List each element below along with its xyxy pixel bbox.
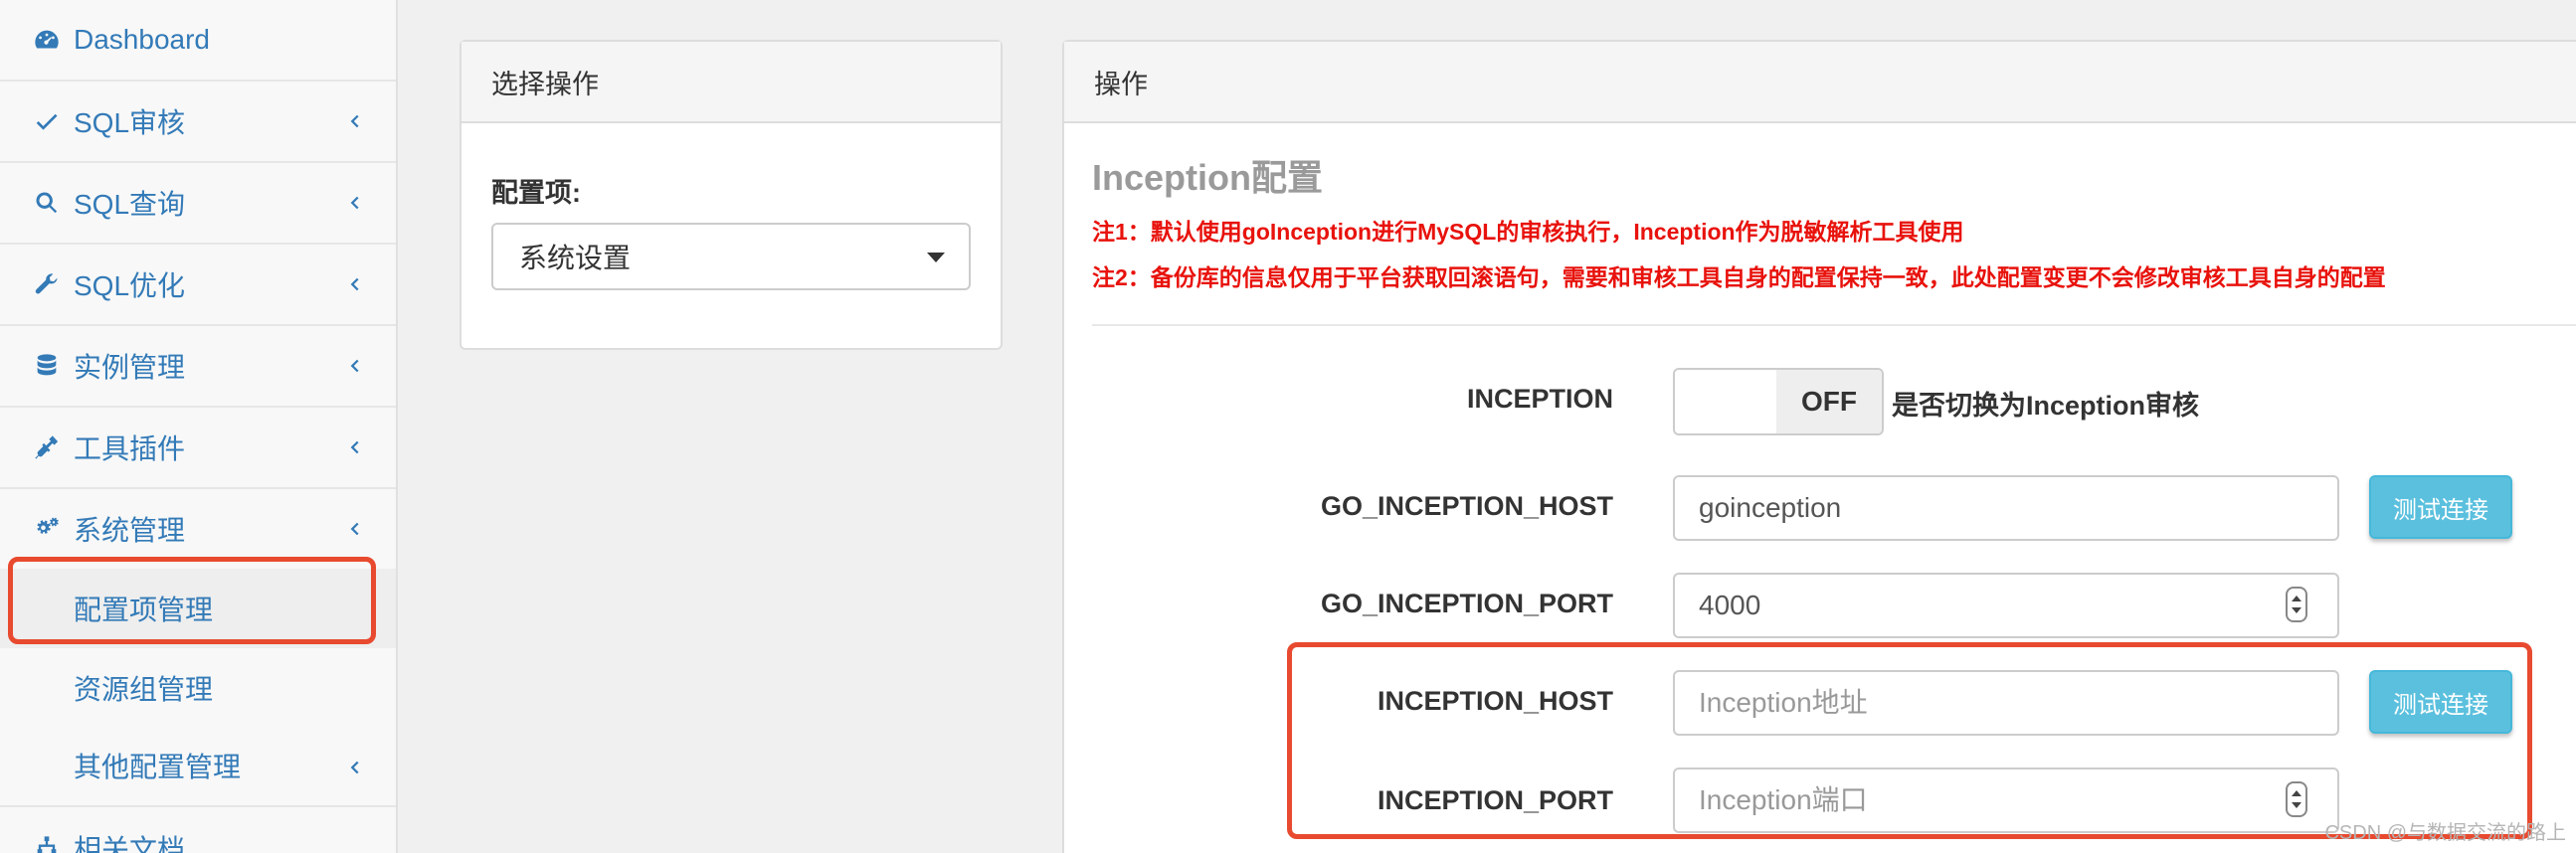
config-select-value: 系统设置	[519, 243, 632, 273]
dashboard-icon	[32, 25, 62, 55]
inception-host-input[interactable]	[1673, 670, 2339, 736]
sidebar-item-docs[interactable]: 相关文档	[0, 807, 396, 853]
sidebar-item-instance[interactable]: 实例管理	[0, 326, 396, 408]
select-panel: 选择操作 配置项: 系统设置	[460, 40, 1003, 350]
section-title: Inception配置	[1092, 157, 1323, 198]
sidebar-subitem-config[interactable]: 配置项管理	[0, 569, 396, 648]
sidebar-item-label: 相关文档	[74, 834, 186, 853]
stepper-up-icon	[2292, 790, 2301, 796]
inception-port-input[interactable]	[1673, 768, 2339, 833]
sidebar-item-sql-optimize[interactable]: SQL优化	[0, 245, 396, 326]
database-icon	[32, 351, 62, 381]
toggle-state: OFF	[1776, 370, 1882, 433]
gears-icon	[32, 514, 62, 544]
port-stepper[interactable]	[2286, 781, 2307, 817]
wrench-icon	[32, 269, 62, 299]
stepper-up-icon	[2292, 596, 2301, 601]
divider	[1092, 324, 2576, 326]
sidebar-subitem-label: 配置项管理	[74, 595, 214, 625]
stepper-down-icon	[2292, 607, 2301, 613]
sidebar-subitem-label: 资源组管理	[74, 674, 214, 705]
sidebar: Dashboard SQL审核 SQL查询 SQL优化 实例管理 工具插件 系统…	[0, 0, 398, 853]
toggle-description: 是否切换为Inception审核	[1892, 391, 2199, 421]
sidebar-subitem-label: 其他配置管理	[74, 752, 242, 782]
test-connection-button-inception[interactable]: 测试连接	[2369, 670, 2512, 734]
panel-heading: 操作	[1064, 42, 2576, 123]
chevron-left-icon	[344, 352, 366, 374]
watermark: CSDN @与数据交流的路上	[2324, 822, 2566, 844]
chevron-left-icon	[344, 107, 366, 129]
toggle-handle	[1675, 370, 1778, 433]
sidebar-subitem-resource-group[interactable]: 资源组管理	[0, 648, 396, 728]
sidebar-item-label: Dashboard	[74, 24, 210, 55]
chevron-left-icon	[344, 270, 366, 292]
sidebar-item-label: 系统管理	[74, 515, 186, 546]
chevron-left-icon	[344, 433, 366, 455]
chevron-left-icon	[344, 754, 366, 775]
chevron-left-icon	[344, 189, 366, 211]
panel-heading: 选择操作	[461, 42, 1001, 123]
go-inception-port-label: GO_INCEPTION_PORT	[1320, 589, 1613, 618]
sidebar-item-label: SQL查询	[74, 189, 186, 220]
sidebar-item-system[interactable]: 系统管理	[0, 489, 396, 571]
note-2: 注2：备份库的信息仅用于平台获取回滚语句，需要和审核工具自身的配置保持一致，此处…	[1092, 264, 2386, 290]
sidebar-item-dashboard[interactable]: Dashboard	[0, 0, 396, 82]
chevron-left-icon	[344, 515, 366, 537]
port-stepper[interactable]	[2286, 587, 2307, 622]
inception-toggle[interactable]: OFF	[1673, 368, 1884, 435]
go-inception-host-input[interactable]	[1673, 475, 2339, 541]
inception-label: INCEPTION	[1466, 384, 1613, 414]
config-label: 配置项:	[491, 178, 581, 208]
sidebar-item-tools[interactable]: 工具插件	[0, 408, 396, 489]
note-1: 注1：默认使用goInception进行MySQL的审核执行，Inception…	[1092, 219, 1964, 245]
stepper-down-icon	[2292, 802, 2301, 808]
inception-port-label: INCEPTION_PORT	[1377, 785, 1613, 815]
test-connection-button-go[interactable]: 测试连接	[2369, 475, 2512, 539]
sitemap-icon	[32, 833, 62, 853]
sidebar-item-sql-query[interactable]: SQL查询	[0, 163, 396, 245]
go-inception-port-input[interactable]	[1673, 573, 2339, 638]
sidebar-subitem-other-config[interactable]: 其他配置管理	[0, 726, 396, 807]
search-icon	[32, 188, 62, 218]
sidebar-item-label: 实例管理	[74, 352, 186, 383]
plug-icon	[32, 432, 62, 462]
sidebar-item-sql-audit[interactable]: SQL审核	[0, 82, 396, 163]
sidebar-item-label: SQL优化	[74, 270, 186, 301]
sidebar-item-label: 工具插件	[74, 433, 186, 464]
go-inception-host-label: GO_INCEPTION_HOST	[1320, 491, 1613, 521]
sidebar-item-label: SQL审核	[74, 107, 186, 138]
inception-host-label: INCEPTION_HOST	[1377, 686, 1613, 716]
caret-down-icon	[927, 253, 945, 262]
config-select[interactable]: 系统设置	[491, 223, 971, 290]
check-icon	[32, 106, 62, 136]
